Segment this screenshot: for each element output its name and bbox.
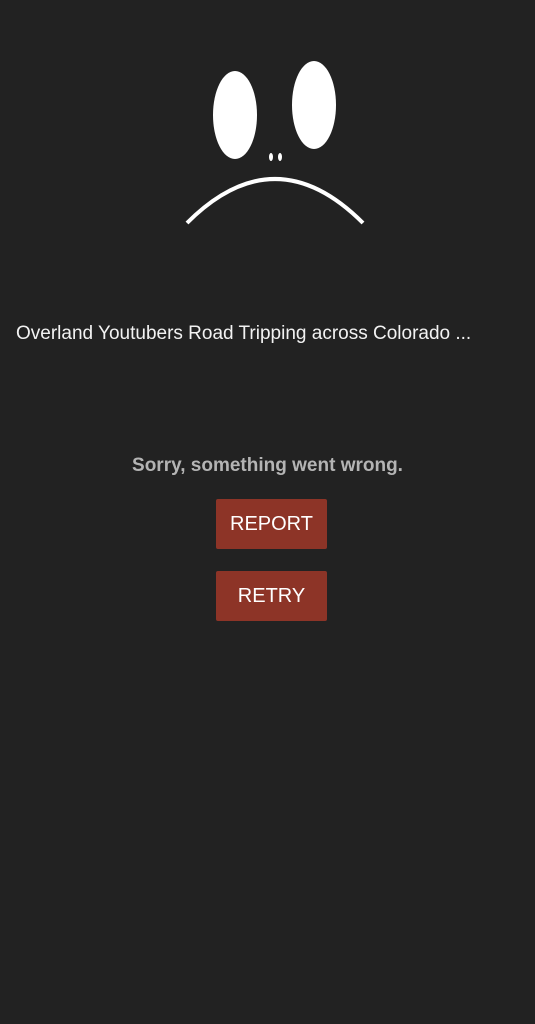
video-title: Overland Youtubers Road Tripping across …	[16, 323, 472, 344]
sad-face-icon	[185, 61, 365, 225]
left-eye	[213, 71, 257, 159]
right-nostril	[278, 153, 282, 161]
frown-mouth	[185, 177, 365, 225]
left-nostril	[269, 153, 273, 161]
retry-button[interactable]: RETRY	[216, 571, 327, 621]
report-button[interactable]: REPORT	[216, 499, 327, 549]
right-eye	[292, 61, 336, 149]
error-message: Sorry, something went wrong.	[132, 455, 403, 476]
error-screen: Overland Youtubers Road Tripping across …	[0, 0, 535, 1024]
